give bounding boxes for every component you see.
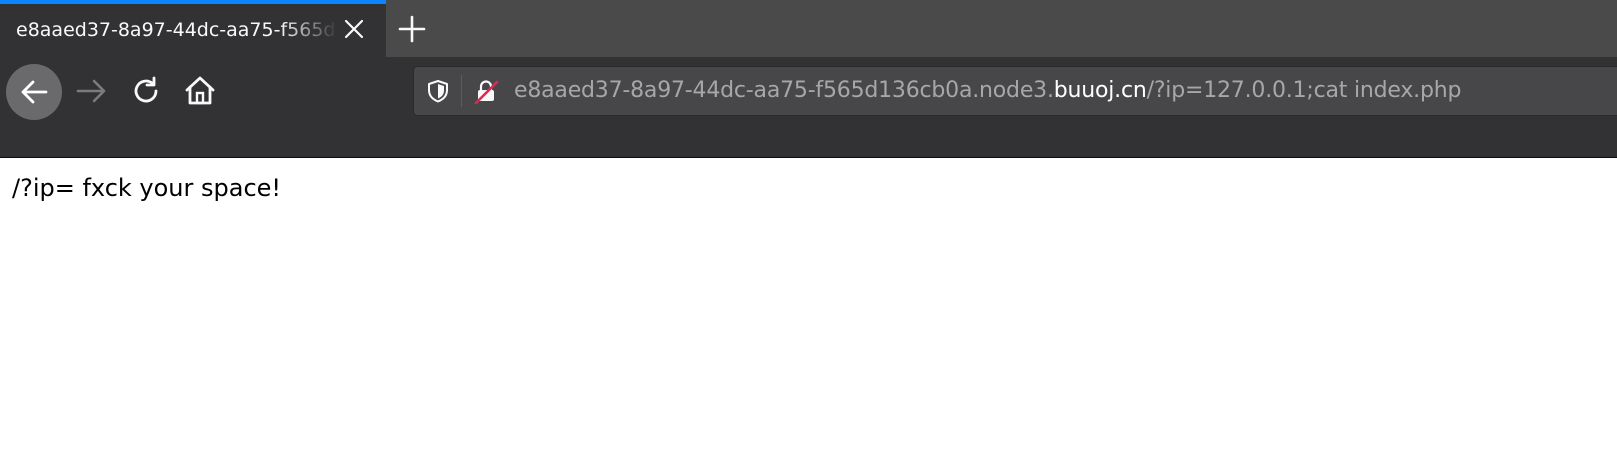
insecure-lock-icon[interactable] [473,78,499,105]
navigation-toolbar: e8aaed37-8a97-44dc-aa75-f565d136cb0a.nod… [0,57,1617,157]
browser-window: e8aaed37-8a97-44dc-aa75-f565d136cb0a.nod… [0,0,1617,463]
active-tab[interactable]: e8aaed37-8a97-44dc-aa75-f565d136cb0a.nod… [0,0,386,57]
tab-title: e8aaed37-8a97-44dc-aa75-f565d136cb0a.nod… [16,19,338,41]
page-body-text: /?ip= fxck your space! [12,174,282,202]
tab-active-indicator [0,0,386,4]
arrow-left-icon [21,80,48,104]
back-button[interactable] [6,64,62,120]
close-icon[interactable] [342,17,366,41]
tab-strip: e8aaed37-8a97-44dc-aa75-f565d136cb0a.nod… [0,0,1617,57]
url-text[interactable]: e8aaed37-8a97-44dc-aa75-f565d136cb0a.nod… [514,67,1461,115]
url-subdomain: e8aaed37-8a97-44dc-aa75-f565d136cb0a.nod… [514,78,1054,103]
address-bar-divider [461,75,462,107]
arrow-right-icon [76,79,106,103]
url-domain: buuoj.cn [1053,78,1147,103]
reload-button[interactable] [126,71,166,111]
address-bar[interactable]: e8aaed37-8a97-44dc-aa75-f565d136cb0a.nod… [413,66,1617,116]
home-icon [185,76,215,105]
reload-icon [134,76,158,103]
home-button[interactable] [180,71,220,111]
url-path: /?ip=127.0.0.1;cat index.php [1146,78,1462,103]
forward-button[interactable] [72,71,112,111]
plus-icon[interactable] [398,15,426,43]
page-content: /?ip= fxck your space! [0,158,1617,463]
shield-icon[interactable] [425,78,451,104]
